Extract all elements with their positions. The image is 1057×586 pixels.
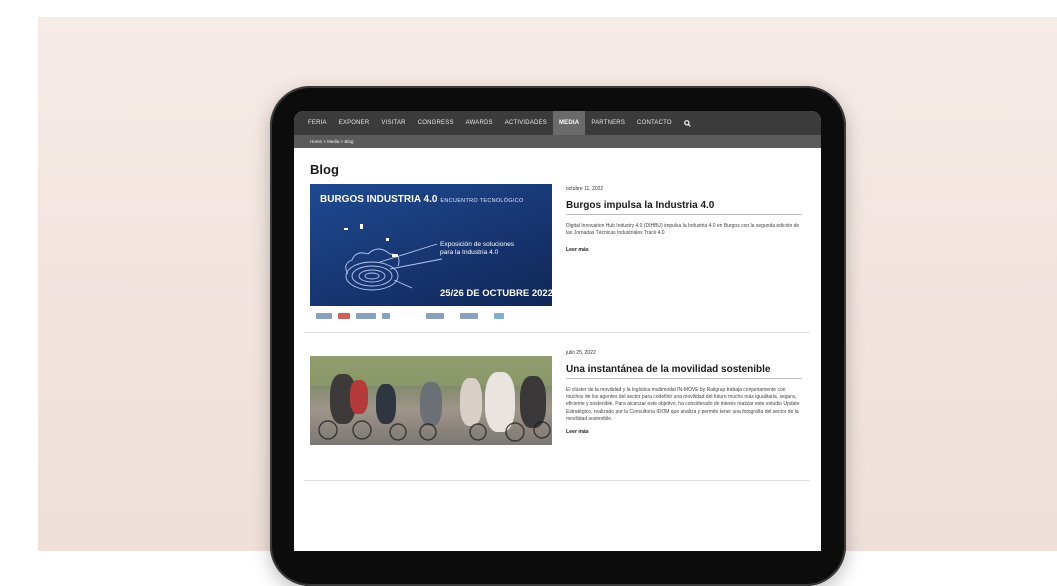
sponsor-logo [382,313,390,319]
post-image[interactable] [310,356,552,445]
banner-expo-text: Exposición de soluciones para la Industr… [440,241,514,257]
post-excerpt: El clúster de la movilidad y la logístic… [566,387,800,422]
banner-dates: 25/26 DE OCTUBRE 2022 [440,288,552,299]
post-date: julio 25, 2022 [566,350,596,356]
nav-item-contacto[interactable]: CONTACTO [631,111,678,135]
nav-item-partners[interactable]: PARTNERS [585,111,631,135]
page-title: Blog [310,162,339,177]
nav-item-visitar[interactable]: VISITAR [375,111,411,135]
banner-sponsor-strip [310,306,552,322]
blog-post: julio 25, 2022 Una instantánea de la mov… [304,349,810,481]
circuit-cloud-graphic [344,224,443,291]
nav-item-actividades[interactable]: ACTIVIDADES [499,111,553,135]
read-more-link[interactable]: Leer más [566,429,802,435]
main-nav: FERIA EXPONER VISITAR CONGRESS AWARDS AC… [294,111,821,135]
post-image[interactable]: BURGOS INDUSTRIA 4.0 ENCUENTRO TECNOLÓGIC… [310,184,552,322]
sponsor-logo [426,313,444,319]
banner-expo-line-2: para la Industria 4.0 [440,249,499,256]
sponsor-logo [356,313,376,319]
post-date: octubre 11, 2022 [566,186,604,192]
read-more-link[interactable]: Leer más [566,247,802,253]
banner-expo-line-1: Exposición de soluciones [440,241,515,248]
banner-subtitle: ENCUENTRO TECNOLÓGICO [440,198,524,204]
nav-item-awards[interactable]: AWARDS [460,111,499,135]
post-body: octubre 11, 2022 Burgos impulsa la Indus… [566,186,802,253]
blog-post: BURGOS INDUSTRIA 4.0 ENCUENTRO TECNOLÓGIC… [304,184,810,333]
event-banner: BURGOS INDUSTRIA 4.0 ENCUENTRO TECNOLÓGIC… [310,184,552,322]
search-icon[interactable] [678,111,697,135]
nav-item-media[interactable]: MEDIA [552,111,586,135]
tablet-screen: FERIA EXPONER VISITAR CONGRESS AWARDS AC… [294,111,821,551]
nav-item-exponer[interactable]: EXPONER [333,111,376,135]
sponsor-logo [494,313,504,319]
nav-item-congress[interactable]: CONGRESS [412,111,460,135]
sponsor-logo [316,313,332,319]
sponsor-logos [316,313,504,319]
nav-item-feria[interactable]: FERIA [302,111,333,135]
cyclists-photo [310,356,552,445]
banner-title: BURGOS INDUSTRIA 4.0 ENCUENTRO TECNOLÓGIC… [320,194,524,205]
sponsor-logo [338,313,350,319]
post-body: julio 25, 2022 Una instantánea de la mov… [566,350,802,435]
banner-title-text: BURGOS INDUSTRIA 4.0 [320,194,438,205]
post-title-link[interactable]: Burgos impulsa la Industria 4.0 [566,200,802,215]
post-title-link[interactable]: Una instantánea de la movilidad sostenib… [566,364,802,379]
sponsor-logo [460,313,478,319]
post-excerpt: Digital Innovation Hub Industry 4.0 (DIH… [566,223,800,237]
breadcrumb: Home > Media > Blog [294,135,821,148]
